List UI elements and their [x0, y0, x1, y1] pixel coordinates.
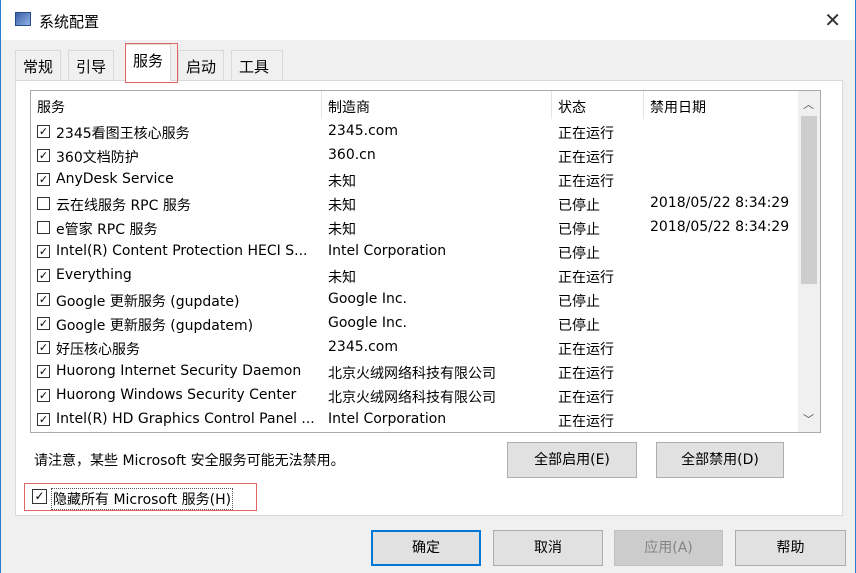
service-status: 已停止 — [558, 246, 600, 262]
table-row[interactable]: ✓ Google 更新服务 (gupdate) Google Inc. 已停止 — [31, 288, 797, 312]
table-row[interactable]: ✓ 2345看图王核心服务 2345.com 正在运行 — [31, 120, 797, 144]
service-status: 正在运行 — [558, 126, 614, 142]
service-status: 正在运行 — [558, 174, 614, 190]
service-checkbox[interactable]: ✓ — [37, 245, 50, 258]
service-checkbox[interactable]: ✓ — [37, 293, 50, 306]
apply-button: 应用(A) — [614, 530, 723, 566]
scroll-down-icon[interactable]: ﹀ — [803, 411, 814, 427]
service-name: Everything — [56, 267, 132, 283]
table-row[interactable]: e管家 RPC 服务 未知 已停止 2018/05/22 8:34:29 — [31, 216, 797, 240]
table-row[interactable]: ✓ Huorong Windows Security Center 北京火绒网络… — [31, 384, 797, 408]
scrollbar-thumb[interactable] — [801, 116, 817, 284]
tab-tools[interactable]: 工具 — [231, 50, 283, 80]
hide-ms-checkbox[interactable]: ✓ — [32, 489, 47, 504]
service-maker: 2345.com — [328, 123, 398, 139]
service-maker: 北京火绒网络科技有限公司 — [328, 390, 496, 406]
column-divider[interactable] — [321, 91, 322, 119]
service-status: 已停止 — [558, 222, 600, 238]
service-checkbox[interactable]: ✓ — [37, 341, 50, 354]
tab-general[interactable]: 常规 — [15, 50, 62, 80]
service-maker: Intel Corporation — [328, 411, 447, 427]
table-row[interactable]: ✓ Google 更新服务 (gupdatem) Google Inc. 已停止 — [31, 312, 797, 336]
service-checkbox[interactable]: ✓ — [37, 317, 50, 330]
service-maker: Google Inc. — [328, 291, 407, 307]
service-checkbox[interactable]: ✓ — [37, 413, 50, 426]
service-name: Google 更新服务 (gupdatem) — [56, 318, 254, 334]
service-name: Huorong Internet Security Daemon — [56, 363, 302, 379]
hide-ms-label[interactable]: 隐藏所有 Microsoft 服务(H) — [51, 488, 234, 510]
table-row[interactable]: 云在线服务 RPC 服务 未知 已停止 2018/05/22 8:34:29 — [31, 192, 797, 216]
service-checkbox[interactable]: ✓ — [37, 149, 50, 162]
column-maker[interactable]: 制造商 — [328, 97, 370, 117]
tab-boot[interactable]: 引导 — [68, 50, 115, 80]
service-maker: 未知 — [328, 198, 356, 214]
service-status: 正在运行 — [558, 414, 614, 430]
disable-all-button[interactable]: 全部禁用(D) — [656, 442, 784, 478]
service-name: Intel(R) HD Graphics Control Panel ... — [56, 411, 315, 427]
table-row[interactable]: ✓ AnyDesk Service 未知 正在运行 — [31, 168, 797, 192]
service-disable-date: 2018/05/22 8:34:29 — [650, 219, 790, 235]
service-checkbox[interactable]: ✓ — [37, 125, 50, 138]
service-status: 已停止 — [558, 198, 600, 214]
tab-services[interactable]: 服务 — [125, 44, 172, 81]
table-row[interactable]: ✓ 360文档防护 360.cn 正在运行 — [31, 144, 797, 168]
service-name: 360文档防护 — [56, 150, 139, 166]
service-status: 正在运行 — [558, 366, 614, 382]
cancel-button[interactable]: 取消 — [493, 530, 603, 566]
service-name: e管家 RPC 服务 — [56, 222, 158, 238]
column-disable-date[interactable]: 禁用日期 — [650, 97, 706, 117]
table-row[interactable]: ✓ Intel(R) Content Protection HECI S... … — [31, 240, 797, 264]
service-status: 正在运行 — [558, 342, 614, 358]
service-status: 正在运行 — [558, 390, 614, 406]
services-list[interactable]: 服务 制造商 状态 禁用日期 ✓ 2345看图王核心服务 2345.com 正在… — [30, 90, 821, 433]
service-checkbox[interactable]: ✓ — [37, 269, 50, 282]
close-icon[interactable]: ✕ — [824, 8, 841, 32]
service-status: 正在运行 — [558, 270, 614, 286]
service-maker: 未知 — [328, 174, 356, 190]
service-maker: 360.cn — [328, 147, 376, 163]
service-name: 云在线服务 RPC 服务 — [56, 198, 191, 214]
help-button[interactable]: 帮助 — [735, 530, 846, 566]
column-status[interactable]: 状态 — [558, 97, 586, 117]
service-name: 好压核心服务 — [56, 342, 140, 358]
service-maker: 未知 — [328, 270, 356, 286]
title-bar: 系统配置 ✕ — [1, 0, 855, 40]
service-maker: Intel Corporation — [328, 243, 447, 259]
service-status: 已停止 — [558, 318, 600, 334]
tab-startup[interactable]: 启动 — [178, 50, 225, 80]
service-name: AnyDesk Service — [56, 171, 174, 187]
list-header: 服务 制造商 状态 禁用日期 — [31, 91, 797, 119]
service-maker: 2345.com — [328, 339, 398, 355]
enable-all-button[interactable]: 全部启用(E) — [507, 442, 637, 478]
service-checkbox[interactable] — [37, 221, 50, 234]
table-row[interactable]: ✓ Everything 未知 正在运行 — [31, 264, 797, 288]
service-name: Huorong Windows Security Center — [56, 387, 297, 403]
service-checkbox[interactable]: ✓ — [37, 389, 50, 402]
service-status: 已停止 — [558, 294, 600, 310]
service-name: 2345看图王核心服务 — [56, 126, 190, 142]
vertical-scrollbar[interactable]: ︿ ﹀ — [798, 91, 820, 432]
column-divider[interactable] — [643, 91, 644, 119]
ok-button[interactable]: 确定 — [371, 530, 481, 566]
service-disable-date: 2018/05/22 8:34:29 — [650, 195, 790, 211]
table-row[interactable]: ✓ Intel(R) HD Graphics Control Panel ...… — [31, 408, 797, 432]
service-maker: 北京火绒网络科技有限公司 — [328, 366, 496, 382]
system-config-window: 系统配置 ✕ 常规 引导 服务 启动 工具 服务 制造商 状态 禁用日期 ✓ 2… — [0, 0, 856, 573]
service-name: Google 更新服务 (gupdate) — [56, 294, 240, 310]
column-divider[interactable] — [551, 91, 552, 119]
microsoft-note: 请注意，某些 Microsoft 安全服务可能无法禁用。 — [34, 453, 345, 469]
service-checkbox[interactable] — [37, 197, 50, 210]
service-name: Intel(R) Content Protection HECI S... — [56, 243, 308, 259]
service-status: 正在运行 — [558, 150, 614, 166]
table-row[interactable]: ✓ 好压核心服务 2345.com 正在运行 — [31, 336, 797, 360]
column-service[interactable]: 服务 — [37, 97, 65, 117]
table-row[interactable]: ✓ Huorong Internet Security Daemon 北京火绒网… — [31, 360, 797, 384]
service-maker: 未知 — [328, 222, 356, 238]
window-title: 系统配置 — [39, 13, 100, 31]
service-checkbox[interactable]: ✓ — [37, 365, 50, 378]
service-maker: Google Inc. — [328, 315, 407, 331]
app-icon — [15, 12, 31, 26]
scroll-up-icon[interactable]: ︿ — [803, 96, 814, 112]
service-checkbox[interactable]: ✓ — [37, 173, 50, 186]
